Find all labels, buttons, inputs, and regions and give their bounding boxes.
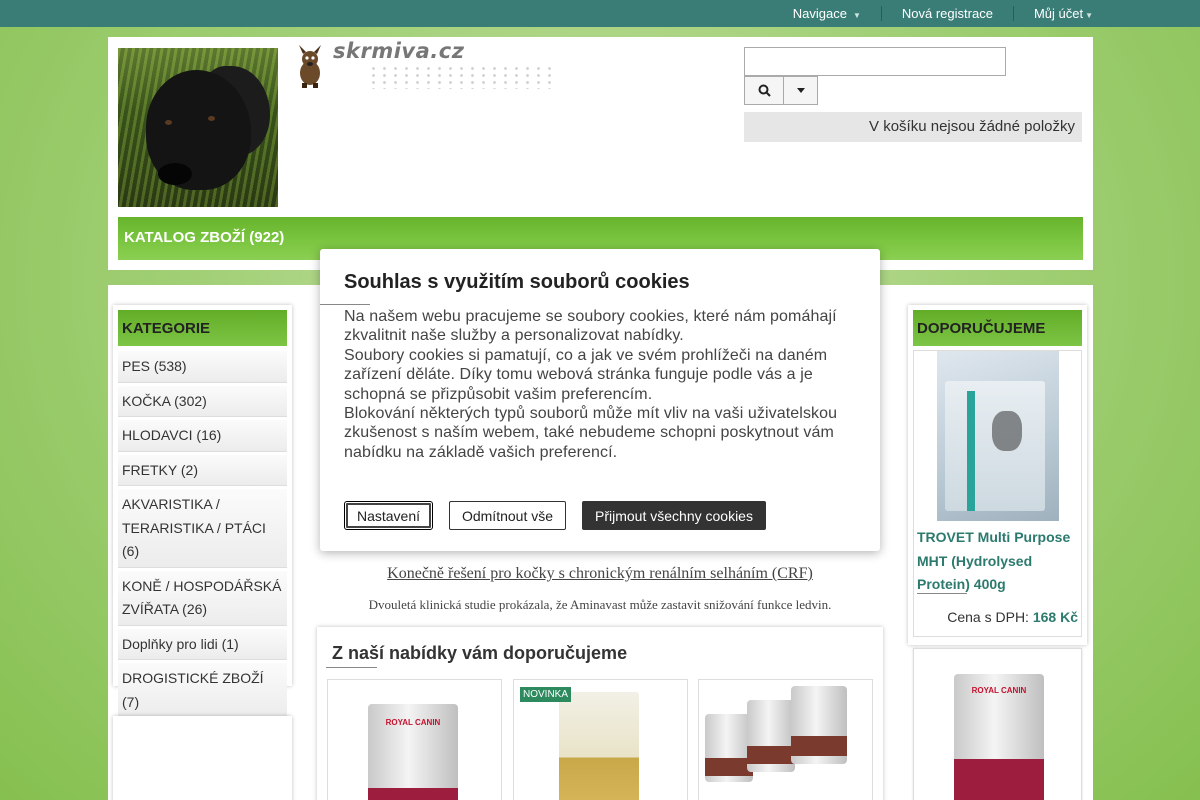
promo-text: Dvouletá klinická studie prokázala, že A… <box>368 597 832 612</box>
recommended-product-price: Cena s DPH: 168 Kč <box>947 609 1078 625</box>
nav-my-account-label: Můj účet <box>1033 6 1084 21</box>
cookie-accept-all-button[interactable]: Přijmout všechny cookies <box>582 501 766 530</box>
category-item[interactable]: PES (538) <box>118 351 287 383</box>
recommended-heading: DOPORUČUJEME <box>913 310 1082 346</box>
product-image <box>937 351 1059 521</box>
category-item[interactable]: KOČKA (302) <box>118 385 287 417</box>
caret-down-icon <box>796 88 805 93</box>
product-image: ROYAL CANIN <box>368 704 458 800</box>
cookie-paragraph: Soubory cookies si pamatují, co a jak ve… <box>344 346 828 403</box>
cookie-modal-body: Na našem webu pracujeme se soubory cooki… <box>344 307 859 462</box>
price-value: 168 Kč <box>1032 609 1078 625</box>
title-underline <box>326 667 377 668</box>
product-card[interactable]: NOVINKA <box>513 679 688 800</box>
top-bar: Navigace ▼ Nová registrace Můj účet ▼ <box>0 0 1200 27</box>
category-heading: KATEGORIE <box>118 310 287 346</box>
logo-dog-icon <box>299 45 321 88</box>
category-list: PES (538) KOČKA (302) HLODAVCI (16) FRET… <box>118 351 287 721</box>
top-nav: Navigace ▼ Nová registrace Můj účet ▼ <box>773 0 1093 27</box>
product-image: ROYAL CANIN <box>954 674 1044 800</box>
search-options-dropdown[interactable] <box>783 76 818 105</box>
recommended-product-card[interactable]: TROVET Multi Purpose MHT (Hydrolysed Pro… <box>913 350 1082 637</box>
header: skrmiva.cz V košíku nejsou žádné položky… <box>108 37 1093 270</box>
category-item[interactable]: HLODAVCI (16) <box>118 420 287 452</box>
cookie-paragraph: Blokování některých typů souborů může mí… <box>344 405 838 461</box>
nav-new-registration-label: Nová registrace <box>901 6 993 21</box>
logo-text: skrmiva.cz <box>333 39 465 63</box>
promo-link[interactable]: Konečně řešení pro kočky s chronickým re… <box>317 565 883 583</box>
product-card[interactable] <box>698 679 873 800</box>
dog-photo <box>118 48 278 207</box>
price-label: Cena s DPH: <box>947 609 1029 625</box>
product-card[interactable]: ROYAL CANIN <box>327 679 502 800</box>
product-image <box>559 692 639 800</box>
search-button[interactable] <box>744 76 784 105</box>
name-underline <box>917 593 967 594</box>
cookie-settings-button[interactable]: Nastavení <box>344 501 433 530</box>
category-item[interactable]: Doplňky pro lidi (1) <box>118 628 287 660</box>
category-item[interactable]: DROGISTICKÉ ZBOŽÍ (7) <box>118 663 287 718</box>
catalog-label: KATALOG ZBOŽÍ (922) <box>124 229 285 246</box>
offers-title: Z naší nabídky vám doporučujeme <box>332 643 628 663</box>
category-item[interactable]: KONĚ / HOSPODÁŘSKÁ ZVÍŘATA (26) <box>118 570 287 626</box>
product-image <box>705 686 867 786</box>
category-item[interactable]: FRETKY (2) <box>118 454 287 486</box>
cookie-modal-title: Souhlas s využitím souborů cookies <box>344 271 690 293</box>
category-sidebar: KATEGORIE PES (538) KOČKA (302) HLODAVCI… <box>113 305 292 718</box>
nav-new-registration[interactable]: Nová registrace <box>882 6 1013 21</box>
cookie-reject-all-button[interactable]: Odmítnout vše <box>449 501 566 530</box>
site-logo[interactable]: skrmiva.cz <box>288 39 558 94</box>
cart-status[interactable]: V košíku nejsou žádné položky <box>744 112 1082 142</box>
nav-my-account[interactable]: Můj účet ▼ <box>1014 6 1093 21</box>
caret-down-icon: ▼ <box>852 10 861 20</box>
offers-section: Z naší nabídky vám doporučujeme ROYAL CA… <box>317 627 883 800</box>
cookie-consent-modal: Souhlas s využitím souborů cookies Na na… <box>320 249 880 551</box>
category-item[interactable]: AKVARISTIKA / TERARISTIKA / PTÁCI (6) <box>118 489 287 568</box>
nav-navigace-label: Navigace <box>792 6 847 21</box>
paw-prints-decoration <box>368 65 558 89</box>
title-underline <box>320 304 370 305</box>
recommended-product-name[interactable]: TROVET Multi Purpose MHT (Hydrolysed Pro… <box>917 526 1079 597</box>
sidebar-secondary-box <box>113 716 292 800</box>
recommended-product-card-2[interactable]: ROYAL CANIN <box>913 648 1082 800</box>
recommended-box: DOPORUČUJEME TROVET Multi Purpose MHT (H… <box>908 305 1087 645</box>
search-icon <box>758 84 771 97</box>
nav-navigace[interactable]: Navigace ▼ <box>773 6 881 21</box>
cookie-paragraph: Na našem webu pracujeme se soubory cooki… <box>344 308 837 345</box>
caret-down-icon: ▼ <box>1085 10 1093 20</box>
new-badge: NOVINKA <box>520 687 572 702</box>
search-input[interactable] <box>744 47 1006 76</box>
